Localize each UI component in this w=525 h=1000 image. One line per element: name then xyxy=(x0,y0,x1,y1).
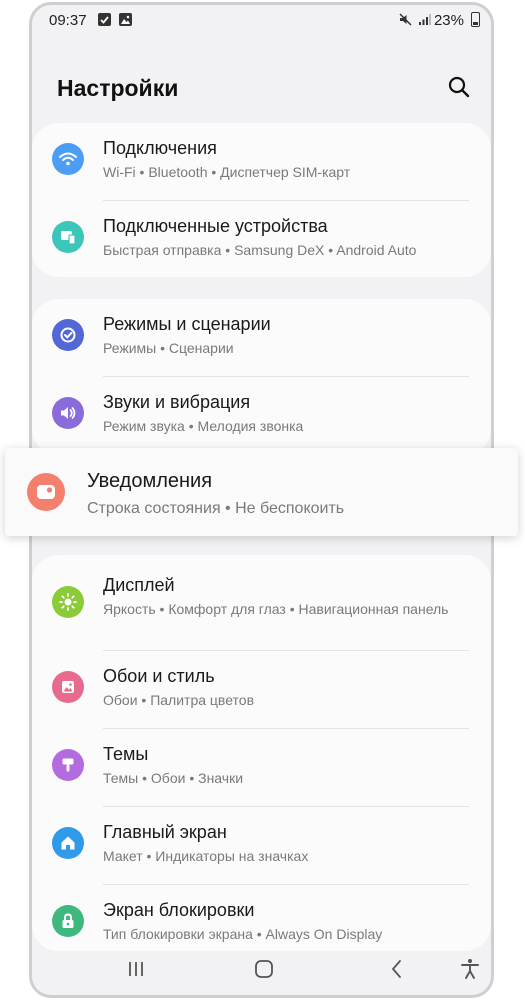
settings-group-display: Дисплей Яркость • Комфорт для глаз • Нав… xyxy=(32,555,491,951)
item-subtitle: Яркость • Комфорт для глаз • Навигационн… xyxy=(103,601,449,617)
item-title: Режимы и сценарии xyxy=(103,314,271,334)
wallpaper-icon xyxy=(52,671,84,703)
item-subtitle: Тип блокировки экрана • Always On Displa… xyxy=(103,926,383,942)
themes-icon xyxy=(52,749,84,781)
settings-group-connections: Подключения Wi-Fi • Bluetooth • Диспетче… xyxy=(32,123,491,277)
settings-item-display[interactable]: Дисплей Яркость • Комфорт для глаз • Нав… xyxy=(32,555,491,651)
settings-item-themes[interactable]: Темы Темы • Обои • Значки xyxy=(32,729,491,807)
modes-icon xyxy=(52,319,84,351)
search-icon xyxy=(448,76,470,98)
back-icon xyxy=(392,960,401,978)
check-notification-icon xyxy=(98,13,111,26)
home-button[interactable] xyxy=(252,957,276,981)
item-title: Уведомления xyxy=(87,470,213,492)
recent-apps-icon xyxy=(129,962,143,976)
item-subtitle: Макет • Индикаторы на значках xyxy=(103,848,309,864)
mute-icon xyxy=(399,13,412,26)
accessibility-button[interactable] xyxy=(458,957,482,981)
item-subtitle: Wi-Fi • Bluetooth • Диспетчер SIM-карт xyxy=(103,164,351,180)
devices-icon xyxy=(52,221,84,253)
item-title: Звуки и вибрация xyxy=(103,392,251,412)
wifi-icon xyxy=(52,143,84,175)
page-title: Настройки xyxy=(57,75,179,101)
home-icon xyxy=(52,827,84,859)
item-subtitle: Режимы • Сценарии xyxy=(103,340,234,356)
item-subtitle: Темы • Обои • Значки xyxy=(103,770,244,786)
settings-item-sounds[interactable]: Звуки и вибрация Режим звука • Мелодия з… xyxy=(32,377,491,455)
settings-group-modes: Режимы и сценарии Режимы • Сценарии Звук… xyxy=(32,299,491,455)
item-title: Темы xyxy=(103,744,149,764)
settings-item-connections[interactable]: Подключения Wi-Fi • Bluetooth • Диспетче… xyxy=(32,123,491,201)
accessibility-icon xyxy=(461,959,479,979)
home-nav-icon xyxy=(255,960,273,978)
item-title: Экран блокировки xyxy=(103,900,255,920)
settings-item-connected-devices[interactable]: Подключенные устройства Быстрая отправка… xyxy=(32,201,491,279)
battery-icon xyxy=(471,12,480,27)
item-subtitle: Строка состояния • Не беспокоить xyxy=(87,500,345,517)
search-button[interactable] xyxy=(445,73,473,101)
settings-item-notifications-highlighted[interactable]: Уведомления Строка состояния • Не беспок… xyxy=(5,448,518,536)
recent-apps-button[interactable] xyxy=(124,957,148,981)
item-title: Главный экран xyxy=(103,822,227,842)
status-bar: 09:37 23% xyxy=(32,5,491,35)
item-title: Подключения xyxy=(103,138,217,158)
display-icon xyxy=(52,586,84,618)
sound-icon xyxy=(52,397,84,429)
settings-item-modes[interactable]: Режимы и сценарии Режимы • Сценарии xyxy=(32,299,491,377)
item-title: Подключенные устройства xyxy=(103,216,328,236)
navigation-bar xyxy=(32,943,491,995)
signal-icon xyxy=(418,13,431,26)
battery-percent: 23% xyxy=(433,12,464,29)
item-subtitle: Быстрая отправка • Samsung DeX • Android… xyxy=(103,242,417,258)
item-subtitle: Обои • Палитра цветов xyxy=(103,692,255,708)
item-title: Обои и стиль xyxy=(103,666,215,686)
lock-icon xyxy=(52,905,84,937)
item-subtitle: Режим звука • Мелодия звонка xyxy=(103,418,304,434)
notifications-icon xyxy=(27,473,65,511)
image-notification-icon xyxy=(119,13,132,26)
settings-item-home-screen[interactable]: Главный экран Макет • Индикаторы на знач… xyxy=(32,807,491,885)
item-title: Дисплей xyxy=(103,575,175,595)
status-time: 09:37 xyxy=(49,12,87,29)
settings-item-wallpaper[interactable]: Обои и стиль Обои • Палитра цветов xyxy=(32,651,491,729)
back-button[interactable] xyxy=(385,957,409,981)
